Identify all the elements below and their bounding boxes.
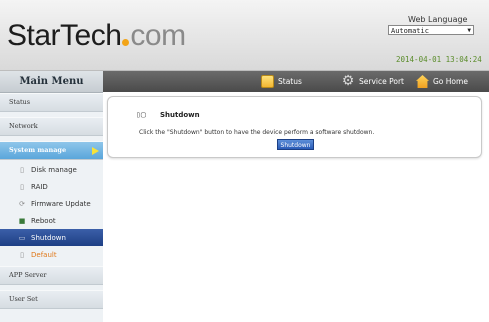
panel-description: Click the "Shutdown" button to have the …	[139, 129, 375, 136]
logo-suffix: com	[130, 19, 186, 52]
nav-service-port-label: Service Port	[359, 77, 404, 86]
reboot-icon: ■	[18, 216, 26, 225]
sidebar-item-label: APP Server	[9, 271, 47, 279]
top-navbar: Status ⚙ Service Port Go Home	[103, 71, 489, 92]
sidebar-subitem-label: Reboot	[31, 216, 56, 225]
logo-text: StarTech	[7, 19, 122, 52]
logo-dot	[122, 39, 130, 46]
web-language-label: Web Language	[408, 15, 468, 24]
sidebar-subitem-raid[interactable]: ▯ RAID	[0, 178, 103, 195]
nav-service-port[interactable]: ⚙ Service Port	[341, 74, 404, 89]
nav-go-home-label: Go Home	[433, 77, 468, 86]
sidebar-item-app-server[interactable]: APP Server	[0, 266, 103, 285]
sidebar-item-label: Network	[9, 122, 38, 130]
sidebar-item-label: Status	[9, 98, 31, 106]
dropdown-arrow-icon: ▼	[467, 27, 471, 34]
datetime: 2014-04-01 13:04:24	[396, 55, 482, 64]
nav-go-home[interactable]: Go Home	[416, 74, 468, 89]
home-icon	[416, 75, 429, 88]
sidebar-subitem-reboot[interactable]: ■ Reboot	[0, 212, 103, 229]
gear-icon: ⚙	[341, 72, 355, 89]
language-select[interactable]: Automatic ▼	[388, 25, 474, 35]
sidebar-subitem-label: Firmware Update	[31, 199, 91, 208]
sidebar-item-user-set[interactable]: User Set	[0, 290, 103, 309]
sidebar-subitem-firmware-update[interactable]: ⟳ Firmware Update	[0, 195, 103, 212]
update-icon: ⟳	[19, 199, 25, 208]
nav-status-label: Status	[278, 77, 302, 86]
sidebar-subitem-label: Default	[31, 250, 57, 259]
shutdown-button[interactable]: Shutdown	[277, 139, 314, 150]
sidebar-subitem-label: Disk manage	[31, 165, 77, 174]
default-icon: ▯	[20, 250, 24, 259]
panel-title: Shutdown	[160, 111, 200, 119]
shutdown-panel-icon: ▯▢	[136, 110, 146, 119]
shutdown-panel: ▯▢ Shutdown Click the "Shutdown" button …	[107, 96, 482, 158]
sidebar-subitem-label: Shutdown	[31, 233, 66, 242]
sidebar-item-network[interactable]: Network	[0, 117, 103, 136]
language-select-value: Automatic	[391, 27, 429, 35]
sidebar-subitem-default[interactable]: ▯ Default	[0, 246, 103, 263]
sidebar-subitem-disk-manage[interactable]: ▯ Disk manage	[0, 161, 103, 178]
header: StarTech com Web Language Automatic ▼ 201…	[0, 0, 489, 71]
sidebar-item-label: System manage	[9, 146, 67, 154]
nav-status[interactable]: Status	[261, 74, 302, 89]
sidebar-subitem-label: RAID	[31, 182, 48, 191]
sidebar-item-status[interactable]: Status	[0, 93, 103, 112]
main-menu-title: Main Menu	[0, 71, 103, 93]
raid-icon: ▯	[20, 182, 24, 191]
sidebar-item-label: User Set	[9, 295, 38, 303]
startech-logo[interactable]: StarTech com	[7, 20, 186, 52]
sidebar-subitem-shutdown[interactable]: ▭ Shutdown	[0, 229, 103, 246]
sidebar: Main Menu Status Network System manage ▯…	[0, 71, 103, 322]
disk-icon: ▯	[20, 165, 24, 174]
sidebar-item-system-manage[interactable]: System manage	[0, 141, 103, 160]
status-icon	[261, 75, 274, 88]
shutdown-icon: ▭	[18, 233, 26, 242]
play-arrow-icon	[92, 147, 99, 155]
